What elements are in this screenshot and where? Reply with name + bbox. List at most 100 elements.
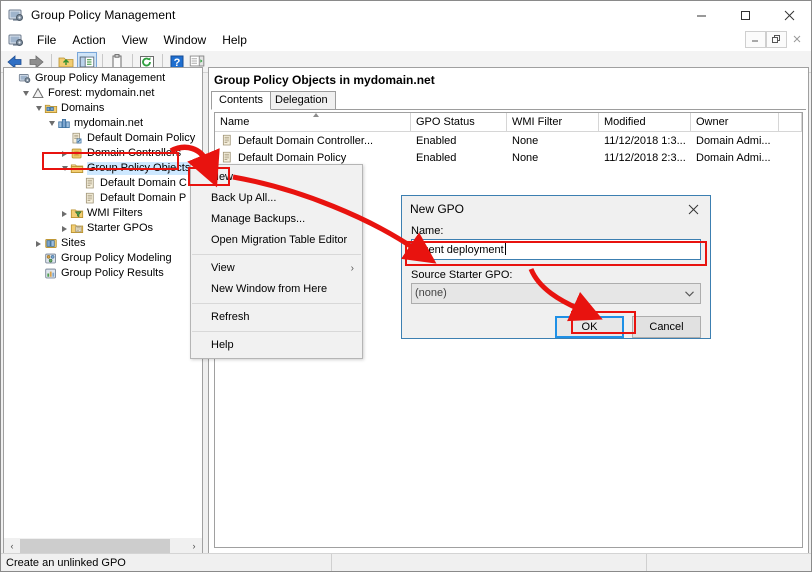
context-menu-item-new[interactable]: New [191, 167, 362, 188]
column-header-wmi-filter[interactable]: WMI Filter [507, 113, 599, 131]
tree-item-group-policy-modeling[interactable]: Group Policy Modeling [4, 251, 202, 266]
tab-delegation[interactable]: Delegation [267, 91, 336, 110]
window-controls [679, 1, 811, 29]
scroll-track[interactable] [20, 538, 186, 553]
starter-gpo-icon [70, 222, 84, 235]
tree-item-default-domain-p[interactable]: Default Domain P [4, 191, 202, 206]
chevron-right-icon[interactable] [59, 208, 70, 219]
tree-item-label: Group Policy Results [61, 267, 164, 279]
tree-item-group-policy-objects[interactable]: Group Policy Objects [4, 161, 202, 176]
forest-icon [31, 87, 45, 100]
menu-separator [192, 303, 361, 304]
menu-action[interactable]: Action [64, 31, 113, 49]
context-menu-item-new-window-from-here[interactable]: New Window from Here [191, 279, 362, 300]
cell-name: Default Domain Policy [215, 151, 411, 164]
cancel-button[interactable]: Cancel [632, 316, 701, 338]
menu-separator [192, 331, 361, 332]
tree-item-label: Domains [61, 102, 105, 114]
title-bar: Group Policy Management [1, 1, 811, 29]
dialog-body: Name: Agent deployment Source Starter GP… [402, 222, 710, 338]
gpo-name-input[interactable]: Agent deployment [411, 239, 701, 260]
gpo-icon [83, 177, 97, 190]
context-menu-item-view[interactable]: View › [191, 258, 362, 279]
chevron-right-icon[interactable] [59, 223, 70, 234]
console-tree[interactable]: Group Policy Management Forest: mydomain.… [4, 68, 202, 281]
tree-horizontal-scrollbar[interactable]: ‹ › [3, 538, 203, 554]
chevron-down-icon[interactable] [33, 103, 44, 114]
mdi-child-icon [8, 32, 24, 48]
chevron-down-icon[interactable] [59, 163, 70, 174]
tree-item-sites[interactable]: Sites [4, 236, 202, 251]
menu-view[interactable]: View [114, 31, 156, 49]
chevron-down-icon[interactable] [46, 118, 57, 129]
scroll-thumb[interactable] [20, 538, 170, 553]
context-menu[interactable]: New Back Up All... Manage Backups... Open M… [190, 164, 363, 359]
list-rows[interactable]: Default Domain Controller... Enabled None 1… [215, 132, 802, 166]
cell-name-text: Default Domain Controller... [238, 134, 374, 147]
cell-gpo-status: Enabled [416, 151, 457, 164]
ok-button[interactable]: OK [555, 316, 624, 338]
column-header-name[interactable]: Name [215, 113, 411, 131]
tree-item-label: Group Policy Objects [87, 162, 191, 175]
source-starter-gpo-value: (none) [415, 287, 447, 299]
menu-separator [192, 254, 361, 255]
context-menu-item-refresh[interactable]: Refresh [191, 307, 362, 328]
tree-item-group-policy-management[interactable]: Group Policy Management [4, 71, 202, 86]
tree-item-label: Group Policy Management [35, 72, 166, 84]
dialog-close-button[interactable] [676, 196, 710, 222]
context-menu-item-help[interactable]: Help [191, 335, 362, 356]
source-starter-gpo-select[interactable]: (none) [411, 283, 701, 304]
column-header-owner[interactable]: Owner [691, 113, 779, 131]
chevron-down-icon[interactable] [20, 88, 31, 99]
dialog-title: New GPO [410, 202, 465, 216]
context-menu-item-open-migration-table-editor[interactable]: Open Migration Table Editor [191, 230, 362, 251]
tree-item-default-domain-policy[interactable]: Default Domain Policy [4, 131, 202, 146]
table-row[interactable]: Default Domain Controller... Enabled None 1… [215, 132, 802, 149]
close-button[interactable] [767, 1, 811, 29]
tab-strip: Contents Delegation [211, 91, 806, 110]
tree-item-forest-mydomain-net[interactable]: Forest: mydomain.net [4, 86, 202, 101]
tree-item-wmi-filters[interactable]: WMI Filters [4, 206, 202, 221]
context-menu-item-manage-backups[interactable]: Manage Backups... [191, 209, 362, 230]
minimize-button[interactable] [679, 1, 723, 29]
gpo-icon [220, 151, 234, 164]
tree-item-mydomain-net[interactable]: mydomain.net [4, 116, 202, 131]
modeling-icon [44, 252, 58, 265]
gpo-icon [220, 134, 234, 147]
maximize-button[interactable] [723, 1, 767, 29]
tree-item-domain-controllers[interactable]: Domain Controllers [4, 146, 202, 161]
tab-contents[interactable]: Contents [211, 91, 272, 110]
page-title: Group Policy Objects in mydomain.net [214, 73, 435, 87]
cell-owner: Domain Admi... [696, 151, 771, 164]
menu-window[interactable]: Window [156, 31, 215, 49]
source-starter-gpo-label: Source Starter GPO: [411, 269, 513, 281]
column-header-modified[interactable]: Modified [599, 113, 691, 131]
context-menu-item-label: New Window from Here [211, 283, 328, 295]
tree-item-domains[interactable]: Domains [4, 101, 202, 116]
mdi-close-button[interactable] [787, 31, 808, 48]
chevron-right-icon[interactable] [33, 238, 44, 249]
mdi-minimize-button[interactable] [745, 31, 766, 48]
scroll-right-arrow[interactable]: › [186, 539, 202, 553]
scroll-left-arrow[interactable]: ‹ [4, 539, 20, 553]
context-menu-item-label: Open Migration Table Editor [211, 234, 348, 246]
menu-help[interactable]: Help [214, 31, 255, 49]
gpmc-window: Group Policy Management File Action View… [0, 0, 812, 572]
tree-item-label: Starter GPOs [87, 222, 154, 234]
console-tree-pane[interactable]: Group Policy Management Forest: mydomain.… [3, 67, 203, 545]
column-header-gpo-status[interactable]: GPO Status [411, 113, 507, 131]
mdi-restore-button[interactable] [766, 31, 787, 48]
menu-file[interactable]: File [29, 31, 64, 49]
sort-ascending-icon [312, 113, 319, 117]
tree-item-group-policy-results[interactable]: Group Policy Results [4, 266, 202, 281]
ou-icon [70, 147, 84, 160]
context-menu-item-back-up-all[interactable]: Back Up All... [191, 188, 362, 209]
chevron-right-icon: › [350, 263, 354, 274]
chevron-right-icon[interactable] [59, 148, 70, 159]
tree-item-starter-gpos[interactable]: Starter GPOs [4, 221, 202, 236]
tree-item-default-domain-c[interactable]: Default Domain C [4, 176, 202, 191]
status-separator [331, 554, 332, 571]
name-label: Name: [411, 225, 444, 237]
